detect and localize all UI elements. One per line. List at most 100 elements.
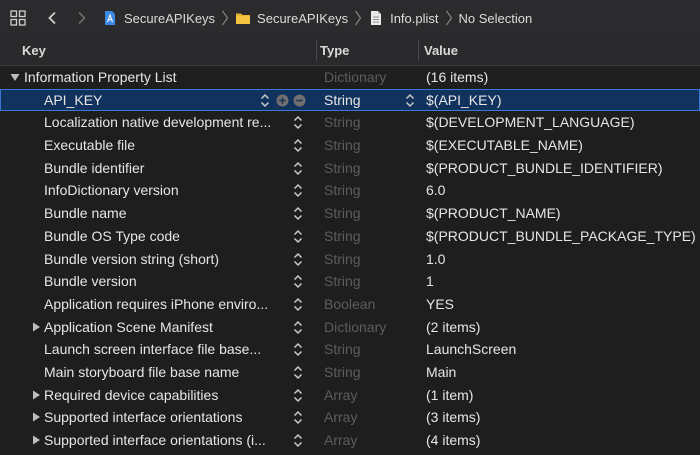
key-popup-stepper-icon[interactable] [292,114,304,131]
column-header-type[interactable]: Type [320,36,349,65]
row-value[interactable]: YES [426,293,698,316]
disclosure-collapsed-icon[interactable] [31,412,41,422]
row-value[interactable]: $(PRODUCT_BUNDLE_IDENTIFIER) [426,157,698,180]
row-value[interactable]: 6.0 [426,179,698,202]
table-row[interactable]: Bundle name String $(PRODUCT_NAME) [0,202,700,225]
table-row[interactable]: Application Scene Manifest Dictionary (2 i… [0,316,700,339]
key-popup-stepper-icon[interactable] [292,387,304,404]
row-type[interactable]: String [324,361,404,384]
table-row[interactable]: Supported interface orientations Array (3 … [0,406,700,429]
row-type[interactable]: String [324,270,404,293]
row-type[interactable]: String [324,89,404,112]
row-value[interactable]: (2 items) [426,316,698,339]
table-row[interactable]: InfoDictionary version String 6.0 [0,179,700,202]
key-popup-stepper-icon[interactable] [259,92,271,109]
row-type[interactable]: Dictionary [324,316,404,339]
row-type[interactable]: Array [324,429,404,452]
row-key[interactable]: Bundle version [44,270,289,293]
key-popup-stepper-icon[interactable] [292,137,304,154]
row-type[interactable]: String [324,225,404,248]
row-value[interactable]: $(DEVELOPMENT_LANGUAGE) [426,111,698,134]
row-key[interactable]: Application Scene Manifest [44,316,289,339]
key-popup-stepper-icon[interactable] [292,228,304,245]
disclosure-collapsed-icon[interactable] [31,322,41,332]
row-type[interactable]: Array [324,384,404,407]
row-value[interactable]: (4 items) [426,429,698,452]
key-popup-stepper-icon[interactable] [292,273,304,290]
row-value[interactable]: (3 items) [426,406,698,429]
table-row[interactable]: Application requires iPhone enviro... Boo… [0,293,700,316]
row-type[interactable]: String [324,338,404,361]
row-key[interactable]: Bundle OS Type code [44,225,289,248]
key-popup-stepper-icon[interactable] [292,160,304,177]
row-value[interactable]: 1.0 [426,248,698,271]
column-header-key[interactable]: Key [22,36,46,65]
key-popup-stepper-icon[interactable] [292,319,304,336]
row-key[interactable]: Supported interface orientations [44,406,289,429]
row-key[interactable]: Executable file [44,134,289,157]
row-type[interactable]: String [324,248,404,271]
row-key[interactable]: Application requires iPhone enviro... [44,293,289,316]
row-value[interactable]: $(PRODUCT_NAME) [426,202,698,225]
table-row[interactable]: Bundle version string (short) String 1.0 [0,248,700,271]
table-row[interactable]: Information Property List Dictionary (16 i… [0,66,700,89]
breadcrumb-file[interactable]: Info.plist [368,10,439,26]
key-popup-stepper-icon[interactable] [292,409,304,426]
type-popup-stepper-icon[interactable] [404,92,416,109]
key-popup-stepper-icon[interactable] [292,182,304,199]
table-row[interactable]: Bundle OS Type code String $(PRODUCT_BUNDL… [0,225,700,248]
disclosure-expanded-icon[interactable] [10,72,20,82]
column-divider[interactable] [418,40,419,61]
key-popup-stepper-icon[interactable] [292,364,304,381]
table-row[interactable]: Launch screen interface file base... Stri… [0,338,700,361]
row-type[interactable]: Dictionary [324,66,404,89]
row-type[interactable]: String [324,157,404,180]
row-type[interactable]: String [324,134,404,157]
row-key[interactable]: API_KEY [44,89,289,112]
add-item-icon[interactable] [276,94,289,107]
row-key[interactable]: InfoDictionary version [44,179,289,202]
row-value[interactable]: LaunchScreen [426,338,698,361]
back-chevron-icon[interactable] [46,11,60,25]
key-popup-stepper-icon[interactable] [292,341,304,358]
row-type[interactable]: String [324,202,404,225]
disclosure-collapsed-icon[interactable] [31,390,41,400]
disclosure-collapsed-icon[interactable] [31,435,41,445]
row-value[interactable]: $(EXECUTABLE_NAME) [426,134,698,157]
forward-chevron-icon[interactable] [74,11,88,25]
row-type[interactable]: Array [324,406,404,429]
row-value[interactable]: (1 item) [426,384,698,407]
key-popup-stepper-icon[interactable] [292,432,304,449]
row-key[interactable]: Information Property List [24,66,294,89]
row-key[interactable]: Required device capabilities [44,384,289,407]
key-popup-stepper-icon[interactable] [292,205,304,222]
row-key[interactable]: Supported interface orientations (i... [44,429,289,452]
table-row[interactable]: Main storyboard file base name String Main [0,361,700,384]
table-row[interactable]: API_KEY String $(API_KEY) [0,88,700,112]
row-value[interactable]: (16 items) [426,66,698,89]
column-divider[interactable] [316,40,317,61]
key-popup-stepper-icon[interactable] [292,251,304,268]
row-type[interactable]: Boolean [324,293,404,316]
table-row[interactable]: Supported interface orientations (i... Ar… [0,429,700,452]
table-row[interactable]: Bundle identifier String $(PRODUCT_BUNDLE_… [0,157,700,180]
row-value[interactable]: 1 [426,270,698,293]
row-key[interactable]: Launch screen interface file base... [44,338,289,361]
remove-item-icon[interactable] [293,94,306,107]
row-value[interactable]: $(PRODUCT_BUNDLE_PACKAGE_TYPE) [426,225,698,248]
row-type[interactable]: String [324,111,404,134]
related-items-grid-icon[interactable] [10,10,26,26]
row-key[interactable]: Bundle version string (short) [44,248,289,271]
table-row[interactable]: Required device capabilities Array (1 item… [0,384,700,407]
table-row[interactable]: Bundle version String 1 [0,270,700,293]
breadcrumb-project[interactable]: SecureAPIKeys [102,10,215,26]
row-type[interactable]: String [324,179,404,202]
key-popup-stepper-icon[interactable] [292,296,304,313]
breadcrumb-selection[interactable]: No Selection [459,11,533,26]
table-row[interactable]: Localization native development re... Str… [0,111,700,134]
breadcrumb-folder[interactable]: SecureAPIKeys [235,10,348,26]
row-key[interactable]: Bundle identifier [44,157,289,180]
row-key[interactable]: Main storyboard file base name [44,361,289,384]
row-key[interactable]: Bundle name [44,202,289,225]
table-row[interactable]: Executable file String $(EXECUTABLE_NAME) [0,134,700,157]
